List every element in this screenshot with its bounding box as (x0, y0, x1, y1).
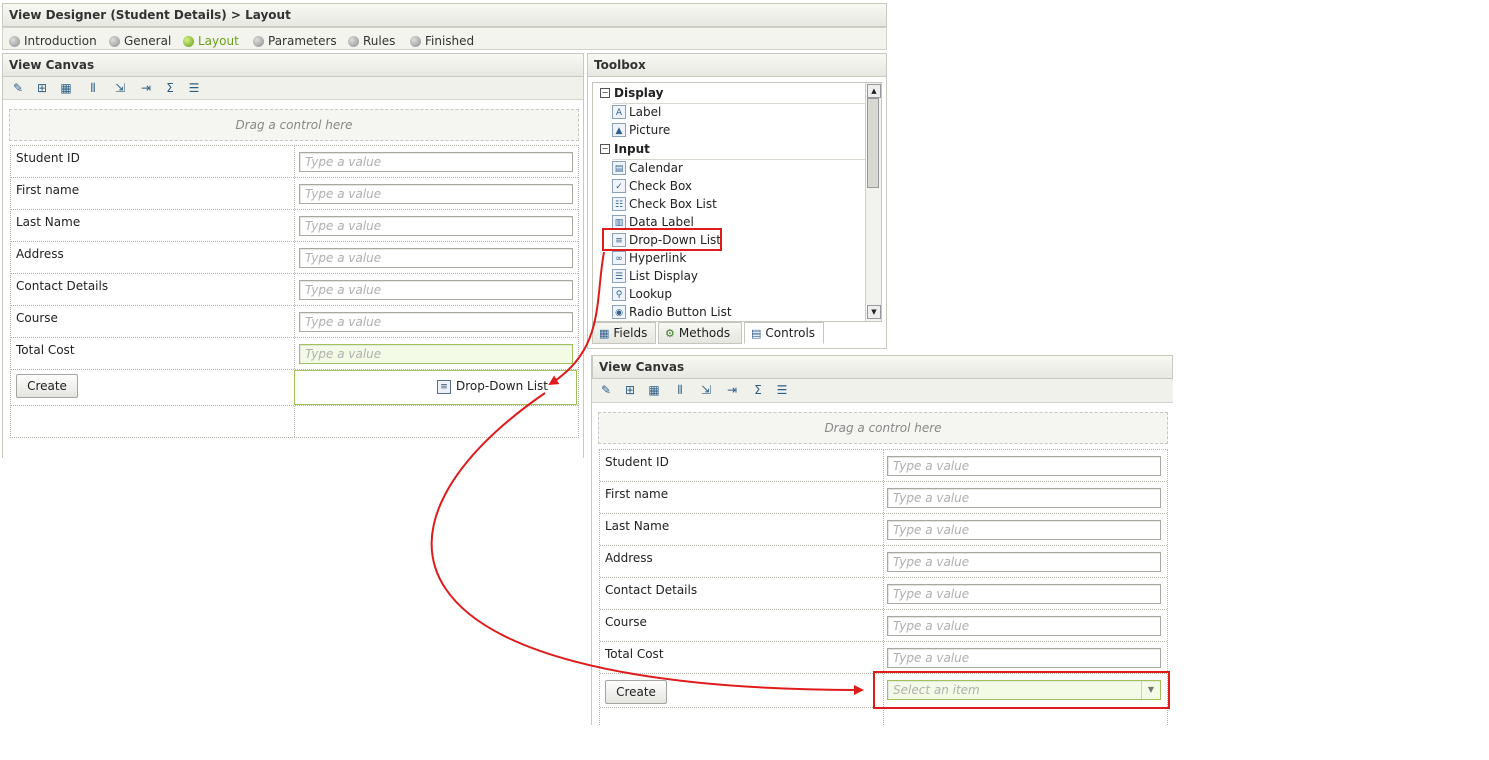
arrow-canvas-to-result (430, 392, 864, 695)
arrow-toolbox-to-canvas (548, 251, 605, 386)
annotation-arrows (430, 251, 864, 695)
